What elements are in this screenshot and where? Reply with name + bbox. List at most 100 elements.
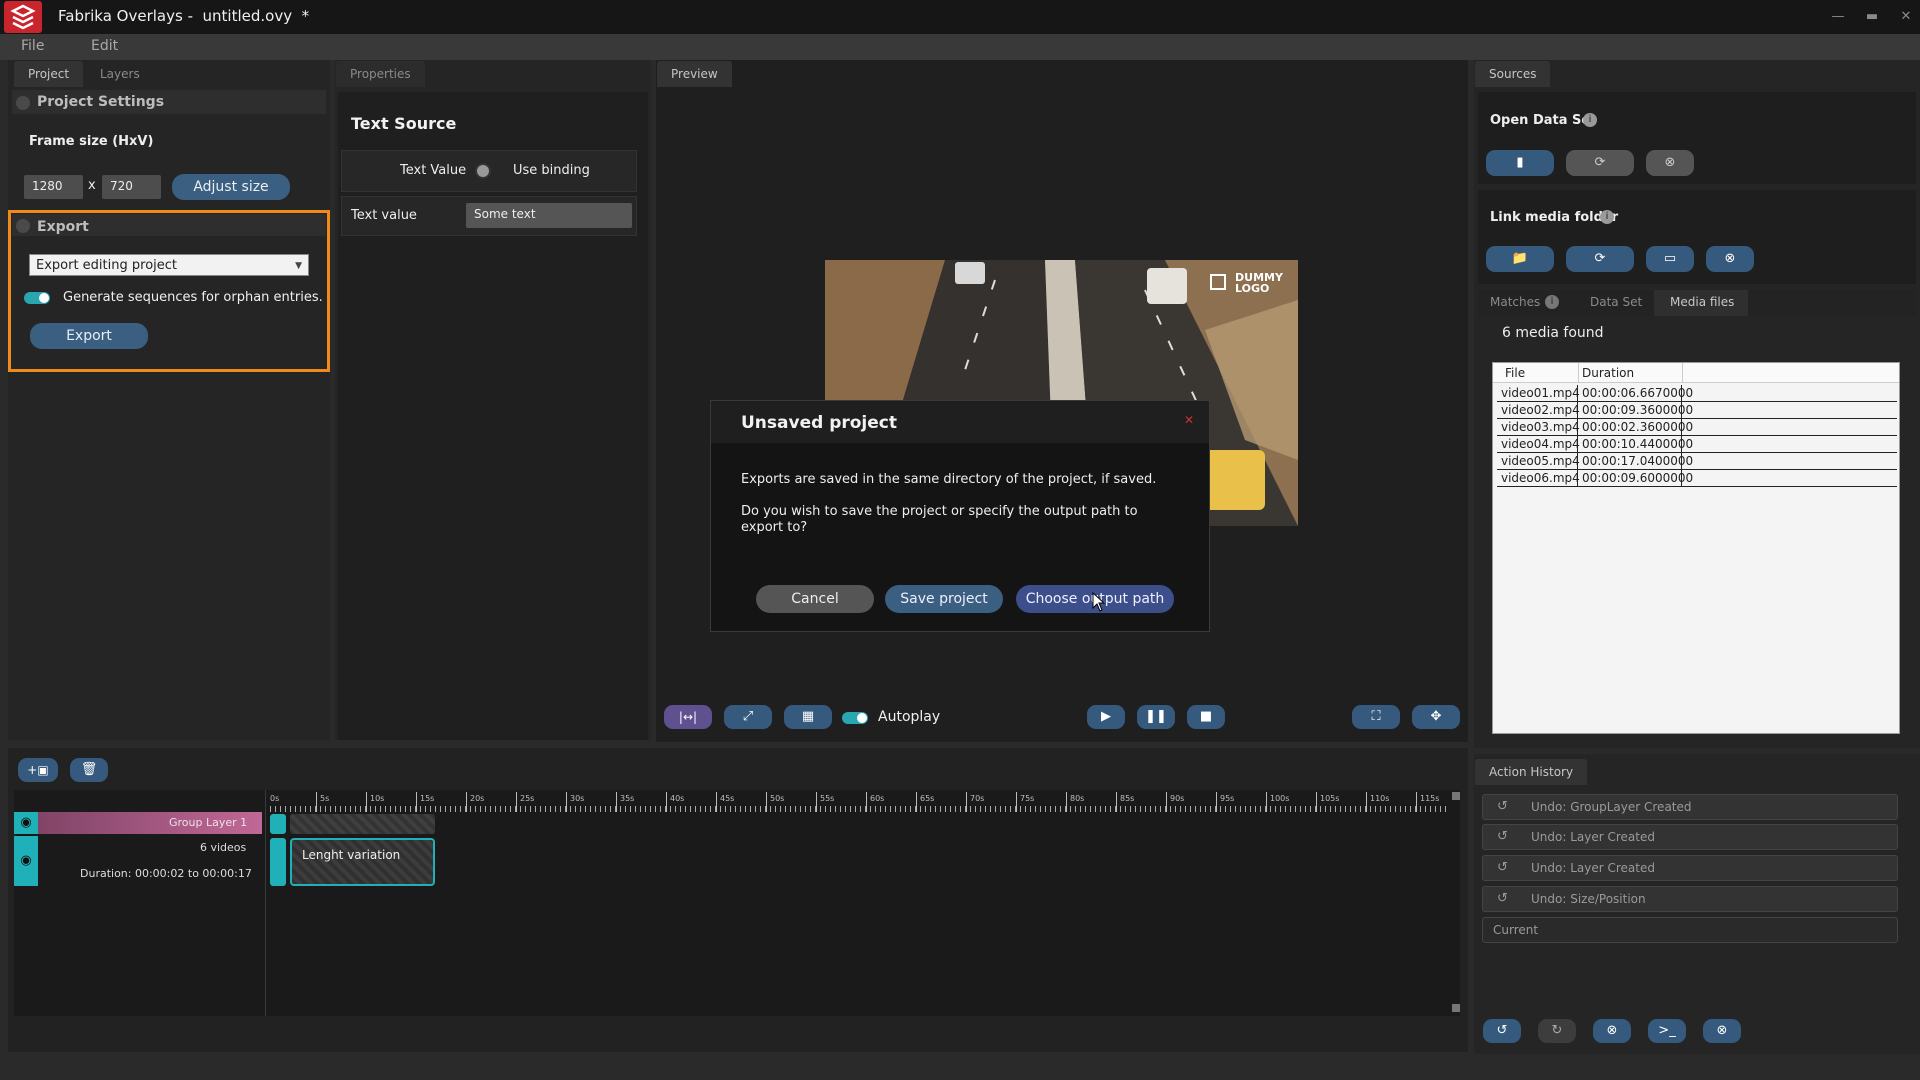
orphan-toggle[interactable] (24, 292, 50, 304)
clip-handle[interactable] (270, 838, 286, 886)
stop-icon[interactable]: ■ (1187, 705, 1225, 729)
dialog-message-1: Exports are saved in the same directory … (741, 472, 1157, 487)
tab-sources[interactable]: Sources (1475, 61, 1551, 87)
refresh-icon[interactable]: ⟳ (1566, 150, 1634, 176)
cell-duration: 00:00:10.4400000 (1578, 436, 1693, 453)
undo-icon: ↺ (1497, 860, 1508, 875)
export-button[interactable]: Export (30, 323, 148, 349)
clear-icon[interactable]: ⊗ (1646, 150, 1694, 176)
terminal-icon[interactable]: >_ (1648, 1019, 1686, 1043)
cell-duration: 00:00:09.6000000 (1578, 470, 1693, 487)
fit-width-button[interactable]: |↔| (664, 705, 712, 729)
tick-label: 65s (920, 794, 935, 803)
clear-icon[interactable]: ⊗ (1706, 246, 1754, 272)
group-clip[interactable] (290, 814, 435, 834)
tick-label: 0s (270, 794, 280, 803)
scroll-up-icon[interactable] (1452, 792, 1460, 800)
close-history-icon[interactable]: ⊗ (1703, 1019, 1741, 1043)
tick-label: 20s (470, 794, 485, 803)
export-mode-select[interactable]: Export editing project ▼ (29, 254, 309, 276)
autoplay-label: Autoplay (878, 709, 941, 725)
info-icon[interactable]: i (1545, 295, 1559, 309)
table-row[interactable]: video02.mp4 00:00:09.3600000 (1497, 402, 1897, 419)
chevron-down-icon: ▼ (295, 261, 302, 271)
history-item[interactable]: ↺ Undo: GroupLayer Created (1482, 794, 1898, 820)
use-binding-radio[interactable] (475, 163, 491, 179)
folder-icon[interactable]: 📁 (1486, 246, 1554, 272)
table-row[interactable]: video05.mp4 00:00:17.0400000 (1497, 453, 1897, 470)
clear-history-icon[interactable]: ⊗ (1593, 1019, 1631, 1043)
cell-empty (1682, 402, 1897, 419)
table-header-file[interactable]: File (1505, 366, 1525, 380)
cell-duration: 00:00:02.3600000 (1578, 419, 1693, 436)
mouse-cursor-icon (1092, 592, 1106, 612)
refresh-icon[interactable]: ⟳ (1566, 246, 1634, 272)
menu-edit[interactable]: Edit (91, 38, 118, 54)
close-icon[interactable]: ✕ (1895, 6, 1917, 28)
undo-icon[interactable]: ↺ (1483, 1019, 1521, 1043)
scroll-down-icon[interactable] (1452, 1004, 1460, 1012)
cell-duration: 00:00:17.0400000 (1578, 453, 1693, 470)
table-row[interactable]: video06.mp4 00:00:09.6000000 (1497, 470, 1897, 487)
tick-label: 5s (320, 794, 330, 803)
text-value-input[interactable]: Some text (466, 203, 632, 228)
cancel-button[interactable]: Cancel (756, 585, 874, 613)
subtab-media-files[interactable]: Media files (1670, 295, 1734, 309)
tab-properties[interactable]: Properties (336, 61, 425, 87)
timeline-ruler[interactable]: 0s 5s 10s 15s 20s 25s 30s 35s 40s 45s 50s 55s 60s 65s… (270, 790, 1455, 812)
table-header-duration[interactable]: Duration (1582, 366, 1634, 380)
window-icon[interactable]: ▭ (1646, 246, 1694, 272)
table-row[interactable]: video01.mp4 00:00:06.6670000 (1497, 385, 1897, 402)
minimize-icon[interactable]: — (1827, 6, 1849, 28)
close-icon[interactable]: ✕ (1184, 413, 1194, 427)
pause-icon[interactable]: ❚❚ (1137, 705, 1175, 729)
frame-width-input[interactable]: 1280 (24, 175, 83, 199)
cell-duration: 00:00:06.6670000 (1578, 385, 1693, 402)
group-layer-name: Group Layer 1 (169, 816, 248, 829)
subtab-matches[interactable]: Matches (1490, 295, 1540, 309)
save-project-button[interactable]: Save project (885, 585, 1003, 613)
autoplay-toggle[interactable] (842, 712, 868, 724)
group-clip-handle[interactable] (270, 814, 286, 834)
tab-action-history[interactable]: Action History (1475, 759, 1588, 785)
history-item[interactable]: ↺ Undo: Layer Created (1482, 855, 1898, 881)
collapse-icon[interactable] (16, 219, 30, 233)
info-icon[interactable]: i (1583, 113, 1597, 127)
open-data-set-label: Open Data Set (1490, 113, 1597, 128)
trash-icon[interactable]: 🗑 (70, 758, 108, 782)
open-file-icon[interactable]: ▮ (1486, 150, 1554, 176)
tab-layers[interactable]: Layers (86, 61, 154, 87)
history-item[interactable]: ↺ Undo: Layer Created (1482, 824, 1898, 850)
collapse-view-icon[interactable]: ✥ (1412, 705, 1460, 729)
eye-icon[interactable]: ◉ (14, 836, 38, 886)
tab-project[interactable]: Project (14, 61, 84, 87)
history-item[interactable]: ↺ Undo: Size/Position (1482, 886, 1898, 912)
collapse-icon[interactable] (16, 96, 30, 110)
history-current[interactable]: Current (1482, 917, 1898, 943)
menu-file[interactable]: File (21, 38, 44, 54)
tick-label: 85s (1120, 794, 1135, 803)
eye-icon[interactable]: ◉ (14, 812, 38, 834)
frame-height-input[interactable]: 720 (102, 175, 161, 199)
tab-preview[interactable]: Preview (657, 61, 732, 87)
table-row[interactable]: video04.mp4 00:00:10.4400000 (1497, 436, 1897, 453)
subtab-data-set[interactable]: Data Set (1590, 295, 1642, 309)
adjust-size-button[interactable]: Adjust size (172, 174, 290, 200)
video-clip[interactable] (290, 838, 435, 886)
info-icon[interactable]: i (1600, 210, 1614, 224)
expand-icon[interactable]: ⤢ (724, 705, 772, 729)
table-row[interactable]: video03.mp4 00:00:02.3600000 (1497, 419, 1897, 436)
media-table-body: video01.mp4 00:00:06.6670000 video02.mp4 00… (1497, 385, 1897, 487)
cell-file: video05.mp4 (1497, 453, 1580, 470)
tick-label: 35s (620, 794, 635, 803)
timeline-divider (265, 790, 266, 1016)
add-layer-icon[interactable]: +▣ (18, 758, 58, 782)
cell-empty (1682, 436, 1897, 453)
redo-icon[interactable]: ↻ (1538, 1019, 1576, 1043)
tick-label: 55s (820, 794, 835, 803)
fullscreen-icon[interactable]: ⛶ (1352, 705, 1400, 729)
play-icon[interactable]: ▶ (1087, 705, 1125, 729)
grid-icon[interactable]: ▦ (784, 705, 832, 729)
tick-label: 115s (1420, 794, 1440, 803)
maximize-icon[interactable]: ▬ (1861, 6, 1883, 28)
